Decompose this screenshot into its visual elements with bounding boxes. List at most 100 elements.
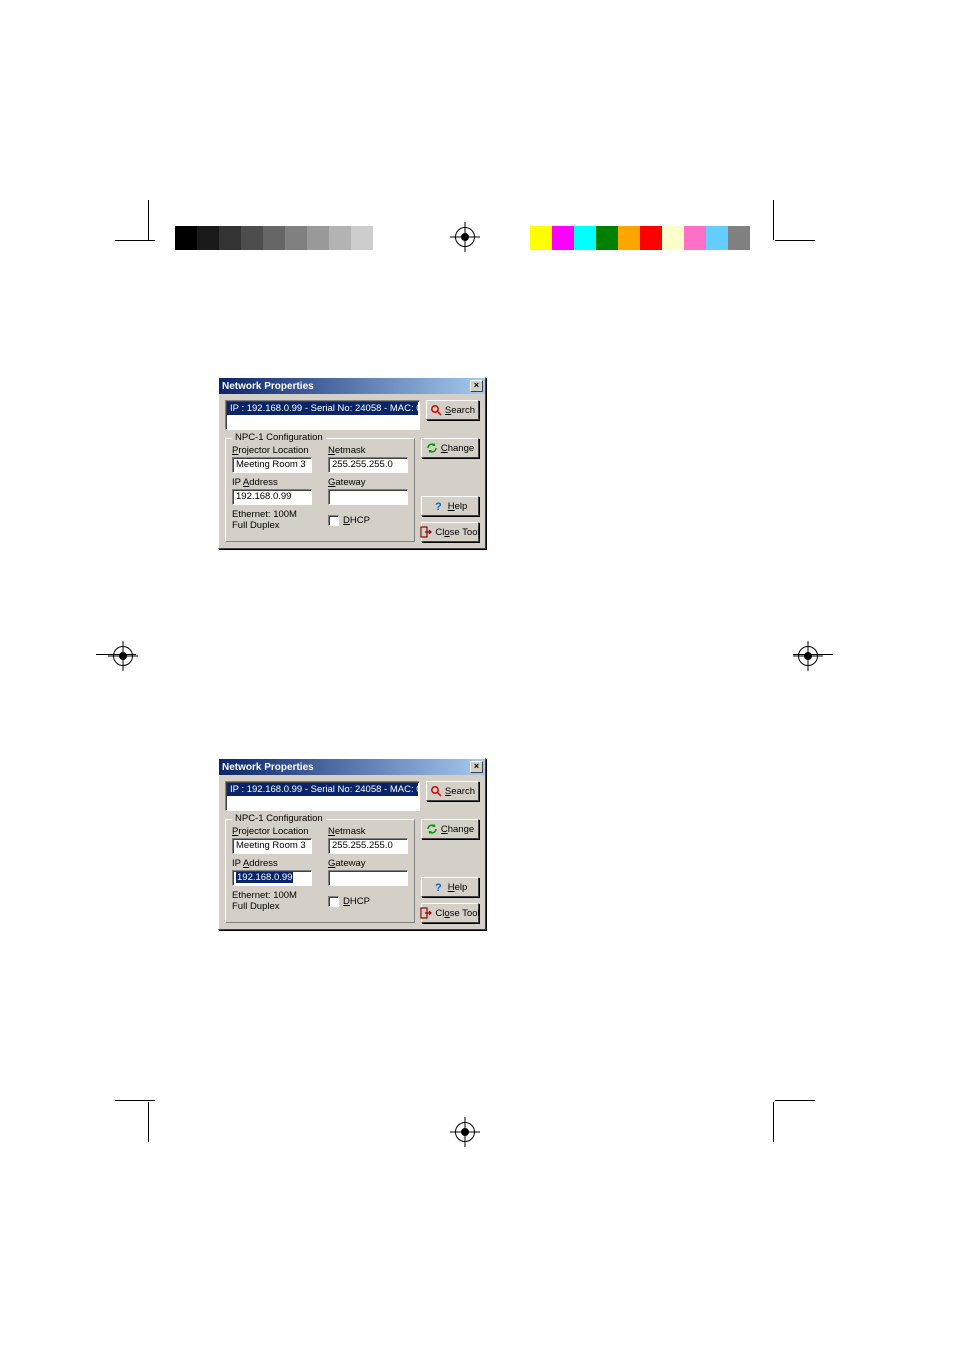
registration-mark-icon <box>798 646 818 666</box>
svg-text:?: ? <box>435 882 442 893</box>
color-chip <box>728 226 750 250</box>
color-chip <box>684 226 706 250</box>
netmask-label: Netmask <box>328 445 408 456</box>
crop-mark <box>148 1102 149 1142</box>
npc-config-groupbox: NPC-1 Configuration Projector Location M… <box>225 819 415 923</box>
ethernet-status-label: Ethernet: 100M Full Duplex <box>232 509 312 531</box>
crop-mark <box>115 1100 155 1101</box>
help-button[interactable]: ? Help <box>421 877 479 897</box>
crop-mark <box>773 1102 774 1142</box>
close-tool-button[interactable]: Close Tool <box>421 522 479 542</box>
svg-text:?: ? <box>435 501 442 512</box>
groupbox-legend: NPC-1 Configuration <box>232 432 326 443</box>
crop-mark <box>775 1100 815 1101</box>
window-titlebar[interactable]: Network Properties × <box>219 759 485 775</box>
close-tool-button-label: Close Tool <box>435 908 479 919</box>
projector-location-input[interactable]: Meeting Room 3 <box>232 457 312 473</box>
gateway-input[interactable] <box>328 489 408 505</box>
help-icon: ? <box>433 881 445 893</box>
color-chip <box>618 226 640 250</box>
exit-icon <box>420 907 432 919</box>
exit-icon <box>420 526 432 538</box>
close-tool-button[interactable]: Close Tool <box>421 903 479 923</box>
change-button-label: Change <box>441 443 474 454</box>
color-chip <box>351 226 373 250</box>
projector-location-input[interactable]: Meeting Room 3 <box>232 838 312 854</box>
ip-address-input[interactable]: 192.168.0.99 <box>232 489 312 505</box>
help-button-label: Help <box>448 882 468 893</box>
search-button[interactable]: Search <box>426 400 479 420</box>
gateway-input[interactable] <box>328 870 408 886</box>
color-chip-strip <box>530 226 750 250</box>
dhcp-label: DHCP <box>343 896 370 907</box>
ethernet-status-label: Ethernet: 100M Full Duplex <box>232 890 312 912</box>
dhcp-checkbox[interactable]: DHCP <box>328 896 408 907</box>
window-title: Network Properties <box>222 762 314 773</box>
checkbox-icon <box>328 896 339 907</box>
color-chip <box>219 226 241 250</box>
search-button-label: Search <box>445 405 475 416</box>
groupbox-legend: NPC-1 Configuration <box>232 813 326 824</box>
color-chip <box>574 226 596 250</box>
device-listbox[interactable]: IP : 192.168.0.99 - Serial No: 24058 - M… <box>225 781 420 811</box>
search-icon <box>430 785 442 797</box>
change-button[interactable]: Change <box>421 438 479 458</box>
checkbox-icon <box>328 515 339 526</box>
color-chip <box>197 226 219 250</box>
projector-location-label: Projector Location <box>232 826 312 837</box>
help-button-label: Help <box>448 501 468 512</box>
search-icon <box>430 404 442 416</box>
color-chip <box>706 226 728 250</box>
color-chip <box>530 226 552 250</box>
color-chip <box>241 226 263 250</box>
color-chip <box>307 226 329 250</box>
window-title: Network Properties <box>222 381 314 392</box>
registration-mark-icon <box>113 646 133 666</box>
device-list-item[interactable]: IP : 192.168.0.99 - Serial No: 24058 - M… <box>227 783 418 796</box>
device-listbox[interactable]: IP : 192.168.0.99 - Serial No: 24058 - M… <box>225 400 420 430</box>
projector-location-label: Projector Location <box>232 445 312 456</box>
close-icon[interactable]: × <box>470 380 483 392</box>
color-chip <box>329 226 351 250</box>
network-properties-dialog: Network Properties × IP : 192.168.0.99 -… <box>218 758 486 930</box>
ip-address-label: IP Address <box>232 858 312 869</box>
crop-mark <box>773 200 774 240</box>
search-button[interactable]: Search <box>426 781 479 801</box>
netmask-label: Netmask <box>328 826 408 837</box>
netmask-input[interactable]: 255.255.255.0 <box>328 838 408 854</box>
device-list-item[interactable]: IP : 192.168.0.99 - Serial No: 24058 - M… <box>227 402 418 415</box>
registration-mark-icon <box>455 1122 475 1142</box>
help-icon: ? <box>433 500 445 512</box>
dhcp-label: DHCP <box>343 515 370 526</box>
ip-address-label: IP Address <box>232 477 312 488</box>
gateway-label: Gateway <box>328 858 408 869</box>
color-chip <box>175 226 197 250</box>
close-icon[interactable]: × <box>470 761 483 773</box>
crop-mark <box>148 200 149 240</box>
change-button[interactable]: Change <box>421 819 479 839</box>
color-chip <box>285 226 307 250</box>
crop-mark <box>115 240 155 241</box>
color-chip <box>662 226 684 250</box>
grayscale-chip-strip <box>175 226 395 250</box>
color-chip <box>640 226 662 250</box>
change-button-label: Change <box>441 824 474 835</box>
ip-address-input[interactable]: 192.168.0.99 <box>232 870 312 886</box>
netmask-input[interactable]: 255.255.255.0 <box>328 457 408 473</box>
refresh-icon <box>426 823 438 835</box>
color-chip <box>596 226 618 250</box>
close-tool-button-label: Close Tool <box>435 527 479 538</box>
window-titlebar[interactable]: Network Properties × <box>219 378 485 394</box>
refresh-icon <box>426 442 438 454</box>
npc-config-groupbox: NPC-1 Configuration Projector Location M… <box>225 438 415 542</box>
registration-mark-icon <box>455 227 475 247</box>
network-properties-dialog: Network Properties × IP : 192.168.0.99 -… <box>218 377 486 549</box>
gateway-label: Gateway <box>328 477 408 488</box>
color-chip <box>263 226 285 250</box>
crop-mark <box>775 240 815 241</box>
color-chip <box>552 226 574 250</box>
help-button[interactable]: ? Help <box>421 496 479 516</box>
dhcp-checkbox[interactable]: DHCP <box>328 515 408 526</box>
color-chip <box>373 226 395 250</box>
search-button-label: Search <box>445 786 475 797</box>
